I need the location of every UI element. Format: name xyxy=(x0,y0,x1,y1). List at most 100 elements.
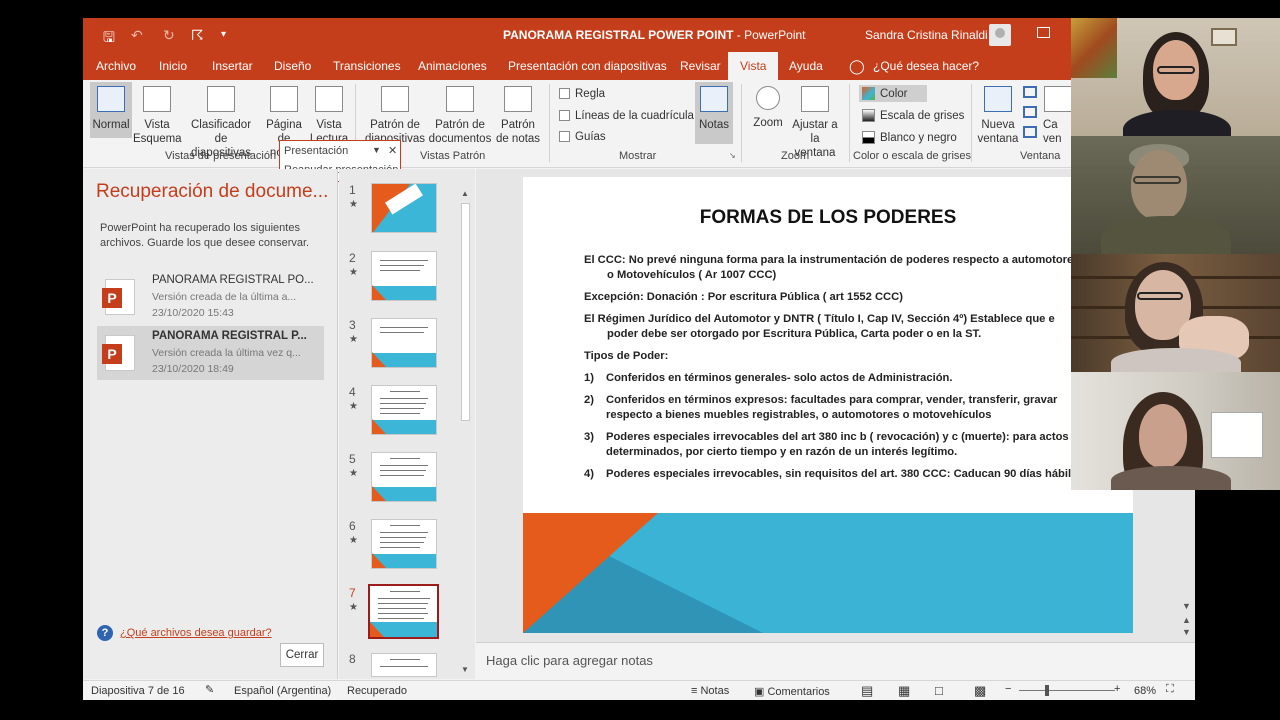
video-tile-participant-3 xyxy=(1071,254,1280,372)
reading-view-label-1: Vista xyxy=(316,119,342,131)
handout-master-button[interactable]: Patrón de documentos xyxy=(427,86,493,146)
tab-revisar[interactable]: Revisar xyxy=(678,52,723,80)
grayscale-button[interactable]: Escala de grises xyxy=(862,109,964,122)
avatar[interactable] xyxy=(989,24,1011,46)
slide-thumbnail[interactable] xyxy=(371,519,437,569)
document-title: PANORAMA REGISTRAL POWER POINT - PowerPo… xyxy=(503,28,806,42)
user-name[interactable]: Sandra Cristina Rinaldi xyxy=(865,28,988,42)
color-swatch-icon xyxy=(862,87,875,100)
notes-master-button[interactable]: Patrón de notas xyxy=(493,86,543,146)
comment-icon: ▣ xyxy=(754,686,768,698)
next-slide-icon[interactable]: ▼ xyxy=(1182,627,1191,637)
color-button[interactable]: Color xyxy=(859,85,928,102)
arrange-all-icon[interactable] xyxy=(1023,86,1037,98)
slide-master-button[interactable]: Patrón de diapositivas xyxy=(363,86,427,146)
undo-icon[interactable]: ↶ xyxy=(131,27,143,44)
slide-thumbnail-selected[interactable] xyxy=(368,584,439,639)
fit-window-button[interactable]: Ajustar a la ventana xyxy=(789,86,841,160)
slide-thumbnail[interactable] xyxy=(371,385,437,435)
slide-sorter-status-icon[interactable]: ▦ xyxy=(898,683,910,699)
slide-thumbnail[interactable] xyxy=(371,251,437,301)
recovered-file-item[interactable]: PANORAMA REGISTRAL P... Versión creada l… xyxy=(97,326,324,380)
reading-view-button[interactable]: Vista Lectura xyxy=(309,86,349,146)
tab-animaciones[interactable]: Animaciones xyxy=(416,52,489,80)
thumbnail-line xyxy=(378,603,428,604)
comments-status-button[interactable]: ▣ Comentarios xyxy=(754,685,830,698)
tab-inicio[interactable]: Inicio xyxy=(157,52,189,80)
black-white-button[interactable]: Blanco y negro xyxy=(862,131,957,144)
scroll-up-icon[interactable]: ▲ xyxy=(461,189,469,198)
scroll-down-icon[interactable]: ▼ xyxy=(1182,601,1191,611)
current-slide[interactable]: FORMAS DE LOS PODERES El CCC: No prevé n… xyxy=(523,177,1133,633)
spelling-icon[interactable]: ✎ xyxy=(205,683,214,696)
slide-title[interactable]: FORMAS DE LOS PODERES xyxy=(523,207,1133,229)
move-split-icon[interactable] xyxy=(1023,126,1037,138)
ruler-checkbox[interactable]: Regla xyxy=(559,88,605,100)
scrollbar-thumb[interactable] xyxy=(461,203,470,421)
switch-windows-icon xyxy=(1044,86,1072,112)
customize-icon[interactable]: ▾ xyxy=(221,29,226,40)
scroll-down-icon[interactable]: ▼ xyxy=(461,665,469,674)
slide-sorter-button[interactable]: Clasificador de diapositivas xyxy=(183,86,259,160)
previous-slide-icon[interactable]: ▲ xyxy=(1182,615,1191,625)
recovered-file-item[interactable]: PANORAMA REGISTRAL PO... Versión creada … xyxy=(97,270,324,324)
normal-view-icon xyxy=(97,86,125,112)
cascade-icon[interactable] xyxy=(1023,106,1037,118)
zoom-out-icon[interactable]: − xyxy=(1005,683,1011,695)
language-indicator[interactable]: Español (Argentina) xyxy=(234,685,331,697)
slide-master-icon xyxy=(381,86,409,112)
powerpoint-file-icon xyxy=(102,335,135,371)
tab-transiciones[interactable]: Transiciones xyxy=(331,52,403,80)
slide-thumbnail[interactable] xyxy=(371,318,437,368)
zoom-slider[interactable] xyxy=(1019,690,1115,691)
tab-insertar[interactable]: Insertar xyxy=(210,52,255,80)
notes-toggle-button[interactable]: Notas xyxy=(695,82,733,144)
recovered-file-version: Versión creada la última vez q... xyxy=(152,347,301,359)
slide-body-line: o Motovehículos ( Ar 1007 CCC) xyxy=(607,269,777,281)
ribbon-display-options-icon[interactable] xyxy=(1037,27,1050,38)
which-files-help-link[interactable]: ¿Qué archivos desea guardar? xyxy=(120,627,272,639)
switch-windows-button[interactable]: Ca ven xyxy=(1043,86,1073,146)
notes-placeholder[interactable]: Haga clic para agregar notas xyxy=(486,653,653,668)
zoom-level[interactable]: 68% xyxy=(1134,685,1156,697)
group-label-zoom: Zoom xyxy=(781,150,810,162)
animation-star-icon: ★ xyxy=(349,267,358,278)
tell-me-search[interactable]: ¿Qué desea hacer? xyxy=(871,52,981,80)
tab-diseno[interactable]: Diseño xyxy=(272,52,313,80)
dialog-launcher-icon[interactable]: ↘ xyxy=(729,151,736,160)
notes-status-button[interactable]: ≡ Notas xyxy=(691,685,729,697)
tab-archivo[interactable]: Archivo xyxy=(94,52,138,80)
zoom-button[interactable]: Zoom xyxy=(747,86,789,130)
recovery-title: Recuperación de docume... xyxy=(96,181,329,202)
redo-icon[interactable]: ↻ xyxy=(163,27,175,44)
new-window-button[interactable]: Nueva ventana xyxy=(977,86,1019,146)
fit-slide-icon[interactable]: ⛶ xyxy=(1166,683,1174,696)
close-button[interactable]: Cerrar xyxy=(280,643,324,667)
save-icon[interactable]: 🖫 xyxy=(103,27,115,51)
tab-presentacion[interactable]: Presentación con diapositivas xyxy=(506,52,669,80)
reading-view-status-icon[interactable]: □ xyxy=(935,683,943,698)
normal-view-status-icon[interactable]: ▤ xyxy=(861,683,873,699)
thumbnail-number-current: 7 xyxy=(349,586,356,600)
tab-ayuda[interactable]: Ayuda xyxy=(787,52,825,80)
zoom-slider-thumb[interactable] xyxy=(1045,685,1049,696)
slideshow-status-icon[interactable]: ▩ xyxy=(974,683,986,699)
slide-thumbnail[interactable] xyxy=(371,653,437,677)
notes-pane[interactable]: Haga clic para agregar notas xyxy=(476,642,1195,679)
group-label-color: Color o escala de grises xyxy=(853,150,972,162)
video-tile-participant-2 xyxy=(1071,136,1280,254)
thumbnail-line xyxy=(378,618,424,619)
slide-scroll-controls[interactable]: ▼ ▲ ▼ xyxy=(1182,569,1195,639)
tab-vista[interactable]: Vista xyxy=(728,52,779,80)
normal-view-button[interactable]: Normal xyxy=(90,82,132,138)
present-icon[interactable]: ☈ xyxy=(191,27,204,44)
slide-thumbnail[interactable] xyxy=(371,183,437,233)
guides-checkbox[interactable]: Guías xyxy=(559,131,606,143)
slide-thumbnail[interactable] xyxy=(371,452,437,502)
chevron-down-icon[interactable]: ▼ xyxy=(372,145,381,155)
outline-view-button[interactable]: Vista Esquema xyxy=(133,86,182,146)
zoom-in-icon[interactable]: + xyxy=(1114,683,1120,695)
thumbnail-scrollbar[interactable]: ▲ ▼ xyxy=(459,187,471,677)
close-icon[interactable]: ✕ xyxy=(388,144,397,157)
gridlines-checkbox[interactable]: Líneas de la cuadrícula xyxy=(559,110,694,122)
